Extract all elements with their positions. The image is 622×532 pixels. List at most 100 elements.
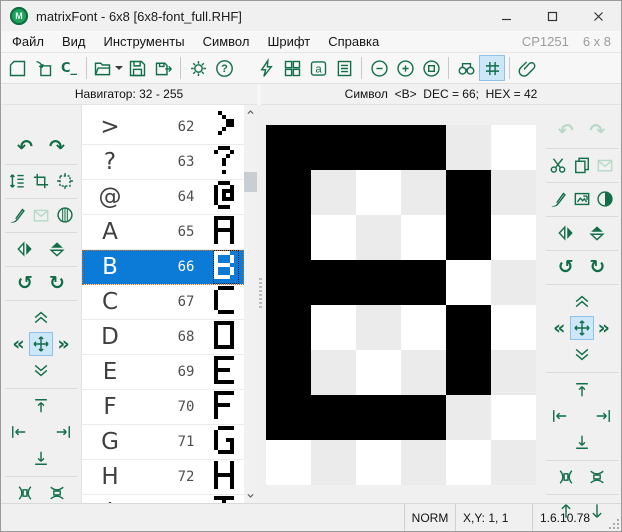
center-horizontal-button[interactable] [13,481,37,505]
character-row-63[interactable]: ?63 [82,145,244,180]
align-left-button[interactable] [8,420,30,444]
shift-down-button[interactable] [29,358,53,382]
canvas-size-button[interactable] [53,169,77,193]
scroll-down-button[interactable] [244,488,257,503]
pixel-cell[interactable] [266,125,311,170]
invert-button[interactable] [593,187,617,211]
pixel-cell[interactable] [356,305,401,350]
pixel-cell[interactable] [401,395,446,440]
character-map-button[interactable] [279,55,305,81]
glyph-height-button[interactable] [5,169,29,193]
pixel-cell[interactable] [356,125,401,170]
flip-horizontal-button[interactable] [554,221,578,245]
pixel-cell[interactable] [311,305,356,350]
pixel-cell[interactable] [491,125,536,170]
flip-vertical-button[interactable] [585,221,609,245]
character-row-70[interactable]: F70 [82,390,244,425]
pixel-cell[interactable] [311,125,356,170]
pixel-cell[interactable] [491,350,536,395]
rotate-ccw-button[interactable]: ↺ [13,271,37,295]
character-row-71[interactable]: G71 [82,425,244,460]
pixel-cell[interactable] [401,260,446,305]
save-font-as-button[interactable] [150,55,176,81]
list-scrollbar[interactable] [244,105,257,503]
pixel-cell[interactable] [356,260,401,305]
minimize-button[interactable] [483,1,529,31]
rotate-ccw-button[interactable]: ↺ [554,255,578,279]
center-vertical-button[interactable] [45,481,69,505]
rotate-cw-button[interactable]: ↻ [585,255,609,279]
pixel-cell[interactable] [266,395,311,440]
paste-envelope-button[interactable] [593,153,617,177]
pixel-cell[interactable] [311,260,356,305]
shift-up-button[interactable] [570,290,594,314]
pixel-cell[interactable] [446,125,491,170]
pixel-cell[interactable] [266,260,311,305]
pixel-cell[interactable] [446,440,491,485]
toggle-grid-button[interactable] [479,55,505,81]
undo-button[interactable]: ↶ [13,135,37,159]
pixel-cell[interactable] [356,440,401,485]
crop-button[interactable] [29,169,53,193]
pixel-cell[interactable] [356,215,401,260]
image-import-button[interactable] [570,187,594,211]
pixel-cell[interactable] [311,440,356,485]
paste-envelope-button[interactable] [29,203,53,227]
move-button[interactable] [29,332,53,356]
open-font-button[interactable] [91,55,124,81]
pixel-cell[interactable] [266,440,311,485]
zoom-fit-button[interactable] [418,55,444,81]
shift-up-button[interactable] [29,306,53,330]
pixel-cell[interactable] [356,170,401,215]
shift-right-button[interactable]: » [594,316,615,340]
menu-item-view[interactable]: Вид [53,32,95,51]
cut-button[interactable] [546,153,570,177]
panel-splitter[interactable] [257,105,264,503]
align-right-button[interactable] [52,420,74,444]
pixel-cell[interactable] [401,125,446,170]
align-top-button[interactable] [570,378,594,402]
redo-button[interactable]: ↷ [45,135,69,159]
zoom-out-button[interactable] [366,55,392,81]
pixel-cell[interactable] [356,350,401,395]
pixel-cell[interactable] [446,260,491,305]
scrollbar-thumb[interactable] [244,172,257,192]
pixel-cell[interactable] [491,260,536,305]
shift-left-button[interactable]: « [549,316,570,340]
pixel-cell[interactable] [266,305,311,350]
pixel-cell[interactable] [401,170,446,215]
window-resize-grip[interactable] [609,519,619,529]
character-row-69[interactable]: E69 [82,355,244,390]
shift-right-button[interactable]: » [53,332,74,356]
effects-button[interactable] [253,55,279,81]
settings-button[interactable] [185,55,211,81]
pixel-cell[interactable] [311,170,356,215]
attachment-button[interactable] [514,55,540,81]
shift-left-button[interactable]: « [8,332,29,356]
character-row-72[interactable]: H72 [82,460,244,495]
pixel-cell[interactable] [491,395,536,440]
save-font-button[interactable] [124,55,150,81]
menu-item-tools[interactable]: Инструменты [95,32,194,51]
new-font-button[interactable] [4,55,30,81]
pixel-cell[interactable] [446,395,491,440]
pixel-cell[interactable] [491,215,536,260]
align-right-button[interactable] [592,404,614,428]
scroll-up-button[interactable] [244,105,257,120]
character-row-73[interactable]: I73 [82,495,244,503]
pattern-fill-button[interactable] [53,203,77,227]
align-bottom-button[interactable] [29,446,53,470]
new-from-code-button[interactable]: C_ [56,55,82,81]
align-top-button[interactable] [29,394,53,418]
character-row-66[interactable]: B66 [82,250,244,285]
copy-button[interactable] [570,153,594,177]
help-button[interactable]: ? [211,55,237,81]
maximize-button[interactable] [529,1,575,31]
pixel-cell[interactable] [491,170,536,215]
character-row-64[interactable]: @64 [82,180,244,215]
pixel-cell[interactable] [491,440,536,485]
glyph-list-button[interactable] [331,55,357,81]
menu-item-help[interactable]: Справка [319,32,388,51]
menu-item-font[interactable]: Шрифт [258,32,319,51]
pixel-cell[interactable] [311,215,356,260]
